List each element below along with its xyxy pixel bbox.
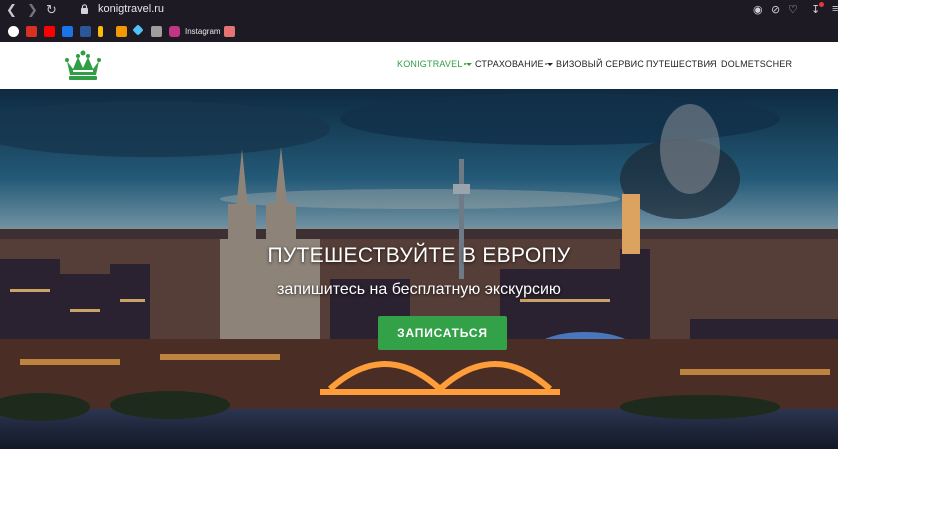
- diamond-icon[interactable]: [132, 24, 144, 36]
- reload-icon[interactable]: ↻: [46, 2, 57, 17]
- chevron-left-icon[interactable]: ❮: [6, 2, 17, 17]
- signup-button[interactable]: ЗАПИСАТЬСЯ: [378, 316, 507, 350]
- chevron-right-icon[interactable]: ❯: [27, 2, 38, 17]
- instagram-label[interactable]: Instagram: [185, 27, 221, 36]
- instagram-icon[interactable]: [169, 26, 180, 37]
- lock-icon: [81, 4, 88, 14]
- orange-square-icon[interactable]: [116, 26, 127, 37]
- nav-separator: [709, 63, 711, 65]
- nav-item-insurance[interactable]: СТРАХОВАНИЕ: [475, 59, 553, 69]
- city-skyline-image: [0, 89, 838, 449]
- nav-item-dolmetscher[interactable]: DOLMETSCHER: [721, 59, 792, 69]
- nav-separator: [635, 63, 637, 65]
- site-header: KONIGTRAVEL СТРАХОВАНИЕ ВИЗОВЫЙ СЕРВИС П…: [0, 42, 838, 89]
- browser-chrome: ❮ ❯ ↻ konigtravel.ru ◉ ⊘ ♡ ↧ ≡ Instagram: [0, 0, 838, 42]
- nav-item-visa-service[interactable]: ВИЗОВЫЙ СЕРВИС: [556, 59, 644, 69]
- pen-icon[interactable]: [98, 26, 103, 37]
- address-bar: ❮ ❯ ↻ konigtravel.ru ◉ ⊘ ♡ ↧ ≡: [0, 0, 838, 20]
- nav-separator: [545, 63, 547, 65]
- caret-down-icon: [465, 63, 472, 66]
- hero-banner: ПУТЕШЕСТВУЙТЕ В ЕВРОПУ запишитесь на бес…: [0, 89, 838, 449]
- gmail-icon[interactable]: [26, 26, 37, 37]
- shield-icon[interactable]: ⊘: [771, 3, 780, 16]
- nav-label: KONIGTRAVEL: [397, 59, 463, 69]
- bookmarks-bar: Instagram: [0, 22, 838, 42]
- google-icon[interactable]: [8, 26, 19, 37]
- youtube-icon[interactable]: [44, 26, 55, 37]
- hero-subtitle: запишитесь на бесплатную экскурсию: [277, 281, 561, 298]
- nav-item-travel[interactable]: ПУТЕШЕСТВИЯ: [646, 59, 717, 69]
- menu-icon[interactable]: ≡: [832, 3, 838, 15]
- nav-item-konigtravel[interactable]: KONIGTRAVEL: [397, 59, 472, 69]
- photo-icon[interactable]: [224, 26, 235, 37]
- caret-down-icon: [546, 63, 553, 66]
- hero-title: ПУТЕШЕСТВУЙТЕ В ЕВРОПУ: [267, 244, 571, 267]
- person-icon[interactable]: [151, 26, 162, 37]
- url-text[interactable]: konigtravel.ru: [98, 3, 164, 15]
- nav-separator: [464, 63, 466, 65]
- camera-icon[interactable]: ◉: [753, 3, 763, 16]
- notification-dot: [819, 2, 824, 7]
- nav-label: СТРАХОВАНИЕ: [475, 59, 544, 69]
- crown-logo-icon[interactable]: [64, 49, 102, 82]
- word-icon[interactable]: [80, 26, 91, 37]
- heart-icon[interactable]: ♡: [788, 3, 798, 16]
- message-icon[interactable]: [62, 26, 73, 37]
